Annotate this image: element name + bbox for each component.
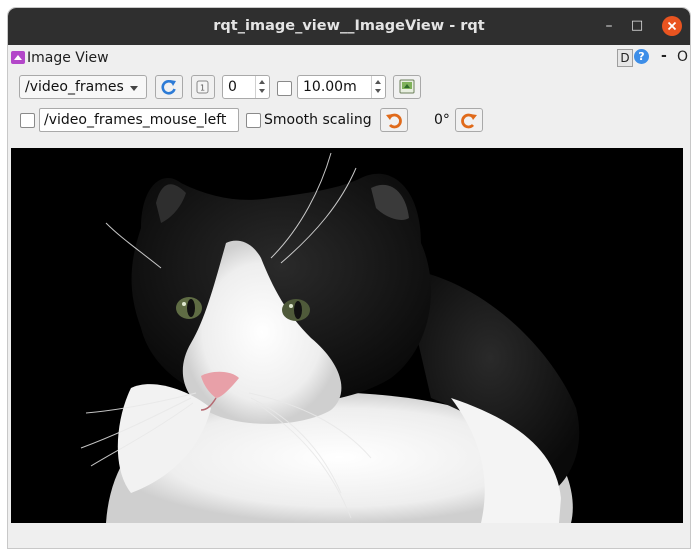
max-range-spinbox[interactable]: 10.00m <box>297 75 386 99</box>
plugin-header: Image View D ? - O <box>8 46 690 68</box>
dock-button[interactable]: D <box>617 49 633 67</box>
close-button[interactable] <box>662 16 682 36</box>
mouse-topic-value: /video_frames_mouse_left <box>44 112 227 128</box>
rotation-label: 0° <box>434 112 450 128</box>
minimize-button[interactable]: – <box>598 15 620 37</box>
zoom-1-button[interactable]: 1 <box>191 75 215 99</box>
image-view-icon <box>11 51 25 64</box>
rotate-left-button[interactable] <box>380 108 408 132</box>
minimize-plugin-button[interactable]: - <box>661 48 667 64</box>
app-window: rqt_image_view__ImageView - rqt – □ Imag… <box>8 8 690 548</box>
window-title: rqt_image_view__ImageView - rqt <box>213 18 485 34</box>
refresh-icon <box>161 80 176 95</box>
save-image-icon <box>399 79 415 94</box>
smooth-scaling-label: Smooth scaling <box>264 112 372 128</box>
max-range-value: 10.00m <box>303 79 357 95</box>
rotate-right-icon <box>461 113 477 129</box>
maximize-button[interactable]: □ <box>626 15 648 37</box>
mouse-topic-input[interactable]: /video_frames_mouse_left <box>39 108 239 132</box>
zoom-spinbox-value: 0 <box>228 79 237 95</box>
smooth-scaling-checkbox[interactable] <box>246 113 261 128</box>
spin-arrows[interactable] <box>255 76 269 98</box>
dynamic-range-checkbox[interactable] <box>277 81 292 96</box>
save-image-button[interactable] <box>393 75 421 99</box>
refresh-topics-button[interactable] <box>155 75 183 99</box>
rotate-left-icon <box>386 113 402 129</box>
zoom-original-icon: 1 <box>196 80 209 94</box>
image-display[interactable] <box>11 148 683 523</box>
cat-image <box>11 148 683 523</box>
svg-text:1: 1 <box>200 84 205 93</box>
rotate-right-button[interactable] <box>455 108 483 132</box>
topic-select-value: /video_frames <box>25 79 124 95</box>
topic-select[interactable]: /video_frames <box>19 75 147 99</box>
spin-arrows[interactable] <box>371 76 385 98</box>
title-bar: rqt_image_view__ImageView - rqt – □ <box>8 8 690 45</box>
close-icon <box>667 21 677 31</box>
publish-mouse-checkbox[interactable] <box>20 113 35 128</box>
plugin-title: Image View <box>27 50 109 66</box>
help-button[interactable]: ? <box>634 49 649 64</box>
chevron-down-icon <box>130 86 138 91</box>
zoom-spinbox[interactable]: 0 <box>222 75 270 99</box>
close-plugin-button[interactable]: O <box>677 49 688 65</box>
